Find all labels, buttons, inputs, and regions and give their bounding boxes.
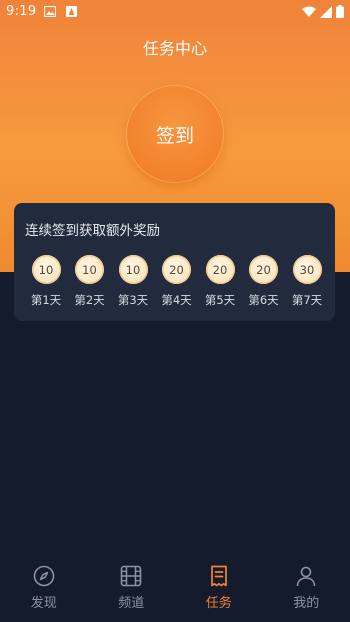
day-list: 10 第1天 10 第2天 10 第3天 20 第4天 20 第5天 20 第6… <box>29 255 324 308</box>
day-item: 10 第3天 <box>116 255 150 308</box>
page-title: 任务中心 <box>142 39 207 58</box>
day-label: 第6天 <box>248 293 279 307</box>
notification-icon <box>66 6 77 17</box>
bottom-tab-bar: 发现 频道 任务 我的 <box>0 555 350 622</box>
compass-icon <box>33 565 55 587</box>
signal-icon <box>320 5 332 18</box>
coin-badge: 10 <box>118 255 148 284</box>
coin-badge: 10 <box>31 255 61 284</box>
day-item: 10 第1天 <box>29 255 63 308</box>
status-bar: 9:19 <box>0 0 350 24</box>
film-icon <box>120 565 142 587</box>
person-icon <box>296 566 316 587</box>
task-list-icon <box>210 565 227 587</box>
day-label: 第1天 <box>30 293 62 307</box>
signin-button[interactable]: 签到 <box>127 86 223 182</box>
card-title: 连续签到获取额外奖励 <box>25 223 160 239</box>
day-label: 第3天 <box>117 293 149 307</box>
tab-label: 频道 <box>118 596 145 611</box>
day-item: 30 第7天 <box>290 255 324 308</box>
tab-label: 我的 <box>293 596 320 611</box>
gallery-icon <box>44 6 56 17</box>
coin-badge: 30 <box>292 255 322 284</box>
tab-profile[interactable]: 我的 <box>263 555 350 622</box>
day-item: 10 第2天 <box>73 255 107 308</box>
coin-badge: 20 <box>162 255 191 284</box>
status-time: 9:19 <box>6 4 37 19</box>
tab-discover[interactable]: 发现 <box>0 555 88 622</box>
tab-tasks[interactable]: 任务 <box>175 555 263 622</box>
day-label: 第4天 <box>161 293 192 307</box>
day-label: 第7天 <box>291 293 323 307</box>
signin-button-label: 签到 <box>155 124 194 147</box>
day-item: 20 第5天 <box>203 255 237 308</box>
day-item: 20 第6天 <box>247 255 281 308</box>
coin-badge: 20 <box>205 255 235 284</box>
coin-badge: 10 <box>75 255 104 284</box>
tab-channels[interactable]: 频道 <box>88 555 176 622</box>
day-item: 20 第4天 <box>160 255 194 308</box>
day-label: 第2天 <box>74 293 105 307</box>
coin-badge: 20 <box>249 255 278 284</box>
day-label: 第5天 <box>204 293 236 307</box>
streak-reward-card: 连续签到获取额外奖励 10 第1天 10 第2天 10 第3天 20 第4天 2… <box>14 203 335 321</box>
tab-label: 发现 <box>30 596 57 611</box>
tab-label: 任务 <box>205 596 232 611</box>
wifi-icon <box>302 6 316 17</box>
battery-icon <box>336 5 344 18</box>
